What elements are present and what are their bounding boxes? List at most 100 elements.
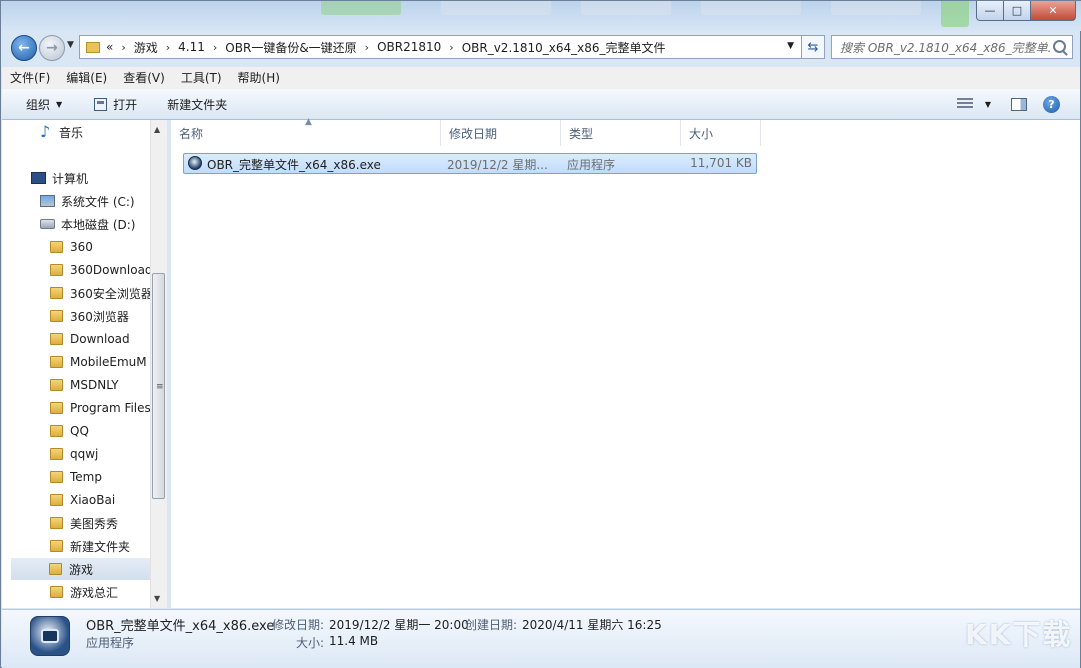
file-modified: 2019/12/2 星期... <box>447 158 548 172</box>
sort-ascending-icon: ▲ <box>305 117 312 127</box>
view-options-icon[interactable] <box>956 98 973 110</box>
tree-item-folder[interactable]: 360安全浏览器 <box>50 282 153 304</box>
tree-item-label: 游戏 <box>69 562 94 577</box>
menu-edit[interactable]: 编辑(E) <box>58 67 115 89</box>
breadcrumb-item[interactable]: OBR21810 <box>377 40 441 54</box>
recent-pages-dropdown[interactable]: ▼ <box>67 40 74 50</box>
file-row[interactable]: OBR_完整单文件_x64_x86.exe 2019/12/2 星期... 应用… <box>183 153 757 174</box>
help-icon[interactable]: ? <box>1043 95 1060 113</box>
scroll-down-icon[interactable]: ▼ <box>154 594 160 603</box>
tree-item-folder[interactable]: 游戏总汇 <box>50 581 118 603</box>
application-icon <box>188 156 202 170</box>
breadcrumb-item[interactable]: OBR一键备份&一键还原 <box>225 39 356 56</box>
folder-icon <box>50 379 63 391</box>
tree-item-label: Download <box>70 332 130 346</box>
column-header-name[interactable]: 名称 ▲ <box>171 117 441 146</box>
menu-tools[interactable]: 工具(T) <box>173 67 230 89</box>
details-created-value: 2020/4/11 星期六 16:25 <box>522 618 662 632</box>
computer-icon <box>31 172 46 184</box>
tree-item-folder-selected[interactable]: 游戏 <box>11 558 157 580</box>
background-decoration <box>441 1 551 15</box>
tree-item-folder[interactable]: qqwj <box>50 443 98 465</box>
tree-item-folder[interactable]: MSDNLY <box>50 374 119 396</box>
chevron-right-icon[interactable]: › <box>121 41 125 54</box>
folder-icon <box>50 264 63 276</box>
tree-item-label: MSDNLY <box>70 378 119 392</box>
tree-item-folder[interactable]: 新建文件夹 <box>50 535 130 557</box>
nav-scrollbar[interactable]: ▲ ≡ ▼ <box>150 120 167 608</box>
tree-item-label: MobileEmuM <box>70 355 147 369</box>
tree-item-label: 美图秀秀 <box>70 516 119 531</box>
tree-item-folder[interactable]: MobileEmuM <box>50 351 147 373</box>
folder-icon <box>49 563 62 575</box>
tree-item-label: 本地磁盘 (D:) <box>61 217 136 232</box>
toolbar-right: ▼ ? <box>956 89 1080 119</box>
tree-item-label: 计算机 <box>52 171 89 186</box>
details-modified-value: 2019/12/2 星期一 20:00 <box>329 618 469 632</box>
folder-icon <box>50 540 63 552</box>
maximize-button[interactable]: □ <box>1004 1 1031 21</box>
breadcrumb-item[interactable]: 4.11 <box>178 40 205 54</box>
new-folder-button[interactable]: 新建文件夹 <box>149 89 239 119</box>
folder-icon <box>50 287 63 299</box>
address-dropdown-icon[interactable]: ▼ <box>787 41 794 51</box>
back-button[interactable]: ← <box>11 35 37 61</box>
forward-button[interactable]: → <box>39 35 65 61</box>
tree-item-label: 游戏总汇 <box>70 585 119 600</box>
column-header-type[interactable]: 类型 <box>561 120 681 146</box>
scroll-thumb[interactable]: ≡ <box>152 273 165 499</box>
window-controls: — □ ✕ <box>976 1 1076 21</box>
details-pane: OBR_完整单文件_x64_x86.exe 应用程序 修改日期: 2019/12… <box>2 609 1080 668</box>
breadcrumb-item[interactable]: 游戏 <box>134 39 158 56</box>
breadcrumb-current[interactable]: OBR_v2.1810_x64_x86_完整单文件 <box>462 39 666 56</box>
folder-icon <box>50 356 63 368</box>
file-name: OBR_完整单文件_x64_x86.exe <box>207 158 381 172</box>
tree-item-local-drive[interactable]: 本地磁盘 (D:) <box>40 213 135 235</box>
chevron-right-icon[interactable]: › <box>365 41 369 54</box>
minimize-button[interactable]: — <box>976 1 1004 21</box>
organize-button[interactable]: 组织 ▼ <box>2 89 74 119</box>
tree-item-label: XiaoBai <box>70 493 116 507</box>
breadcrumb-overflow[interactable]: « <box>106 40 113 54</box>
chevron-down-icon[interactable]: ▼ <box>985 100 991 109</box>
chevron-right-icon[interactable]: › <box>166 41 170 54</box>
tree-item-folder[interactable]: Program Files <box>50 397 151 419</box>
search-input[interactable]: 搜索 OBR_v2.1810_x64_x86_完整单... <box>840 39 1050 56</box>
close-button[interactable]: ✕ <box>1031 1 1076 21</box>
address-bar[interactable]: « › 游戏 › 4.11 › OBR一键备份&一键还原 › OBR21810 … <box>79 35 823 59</box>
details-file-name: OBR_完整单文件_x64_x86.exe <box>86 619 275 634</box>
tree-item-folder[interactable]: Temp <box>50 466 102 488</box>
preview-pane-icon[interactable] <box>1011 97 1027 111</box>
tree-item-folder[interactable]: 360 <box>50 236 93 258</box>
details-size-label: 大小: <box>296 636 325 650</box>
menu-file[interactable]: 文件(F) <box>2 67 58 89</box>
open-button[interactable]: 打开 <box>74 89 149 119</box>
folder-icon <box>50 517 63 529</box>
menu-view[interactable]: 查看(V) <box>115 67 173 89</box>
refresh-icon: ⇆ <box>807 39 819 55</box>
column-header-size[interactable]: 大小 <box>681 120 761 146</box>
chevron-right-icon[interactable]: › <box>213 41 217 54</box>
watermark-logo: KK下载 <box>965 618 1073 651</box>
search-box[interactable]: 搜索 OBR_v2.1810_x64_x86_完整单... <box>831 35 1073 59</box>
tree-item-folder[interactable]: 美图秀秀 <box>50 512 118 534</box>
command-bar: 组织 ▼ 打开 新建文件夹 ▼ ? <box>2 89 1080 120</box>
tree-item-folder[interactable]: 360Download <box>50 259 153 281</box>
tree-item-folder[interactable]: QQ <box>50 420 89 442</box>
details-modified-label: 修改日期: <box>272 618 325 632</box>
column-header-modified[interactable]: 修改日期 <box>441 120 561 146</box>
folder-icon <box>50 425 63 437</box>
open-icon <box>94 97 108 111</box>
tree-item-folder[interactable]: XiaoBai <box>50 489 115 511</box>
tree-item-label: 360 <box>70 240 93 254</box>
scroll-up-icon[interactable]: ▲ <box>154 125 160 134</box>
tree-item-computer[interactable]: 计算机 <box>31 167 88 189</box>
menu-help[interactable]: 帮助(H) <box>230 67 288 89</box>
tree-item-system-drive[interactable]: 系统文件 (C:) <box>40 190 135 212</box>
tree-item-folder[interactable]: Download <box>50 328 130 350</box>
refresh-button[interactable]: ⇆ <box>801 35 825 59</box>
tree-item-folder[interactable]: 360浏览器 <box>50 305 129 327</box>
tree-item-music[interactable]: 音乐 <box>40 121 83 143</box>
folder-icon <box>50 310 63 322</box>
chevron-right-icon[interactable]: › <box>449 41 453 54</box>
